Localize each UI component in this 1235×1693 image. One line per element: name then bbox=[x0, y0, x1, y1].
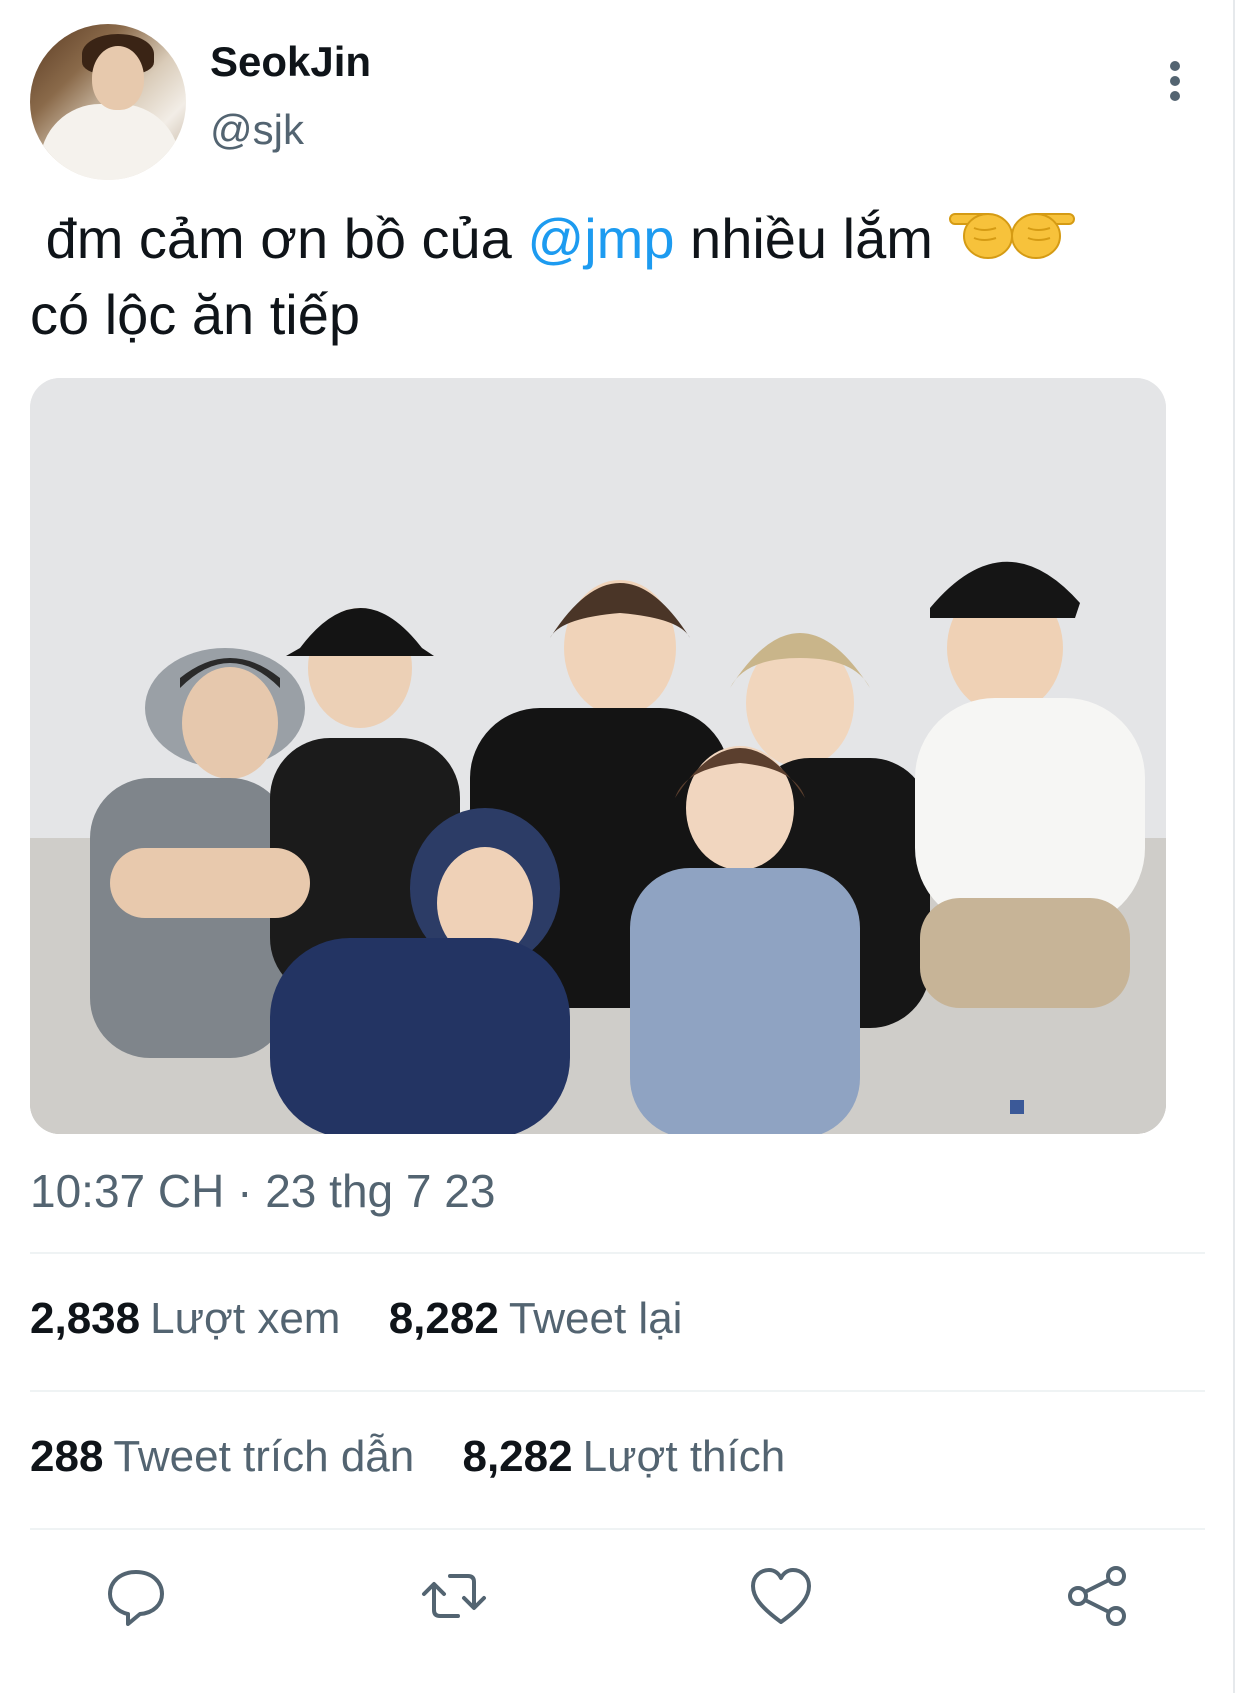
likes-count: 8,282 bbox=[462, 1432, 573, 1481]
views-stat[interactable]: 2,838 Lượt xem bbox=[30, 1294, 340, 1344]
like-button[interactable] bbox=[745, 1560, 817, 1632]
divider bbox=[30, 1252, 1205, 1254]
quotes-count: 288 bbox=[30, 1432, 104, 1481]
user-handle[interactable]: @sjk bbox=[210, 106, 304, 154]
action-bar bbox=[30, 1560, 1205, 1640]
pointing-fingers-emoji bbox=[948, 200, 1076, 280]
tweet-timestamp[interactable]: 10:37 CH · 23 thg 7 23 bbox=[30, 1164, 495, 1218]
like-icon bbox=[751, 1568, 811, 1624]
divider bbox=[30, 1390, 1205, 1392]
tweet-text: đm cảm ơn bồ của @jmp nhiều lắm có lộc ă… bbox=[30, 200, 1190, 350]
share-icon bbox=[1068, 1566, 1126, 1626]
retweets-label: Tweet lại bbox=[508, 1294, 683, 1343]
likes-stat[interactable]: 8,282 Lượt thích bbox=[462, 1432, 785, 1482]
stats-row-2: 288 Tweet trích dẫn 8,282 Lượt thích bbox=[30, 1432, 821, 1482]
tweet-text-part-2: nhiều lắm bbox=[674, 207, 949, 270]
avatar[interactable] bbox=[30, 24, 186, 180]
share-button[interactable] bbox=[1062, 1560, 1134, 1632]
tweet-text-line-2: có lộc ăn tiếp bbox=[30, 283, 360, 346]
retweets-stat[interactable]: 8,282 Tweet lại bbox=[389, 1294, 683, 1344]
retweet-icon bbox=[422, 1574, 486, 1618]
quotes-label: Tweet trích dẫn bbox=[113, 1432, 415, 1481]
tweet-text-part-1: đm cảm ơn bồ của bbox=[45, 207, 528, 270]
divider bbox=[30, 1528, 1205, 1530]
reply-button[interactable] bbox=[100, 1560, 172, 1632]
views-count: 2,838 bbox=[30, 1294, 141, 1343]
retweet-button[interactable] bbox=[418, 1560, 490, 1632]
more-vertical-icon bbox=[1170, 61, 1180, 101]
tweet-photo[interactable] bbox=[30, 378, 1166, 1134]
quotes-stat[interactable]: 288 Tweet trích dẫn bbox=[30, 1432, 414, 1482]
stats-row-1: 2,838 Lượt xem 8,282 Tweet lại bbox=[30, 1294, 718, 1344]
retweets-count: 8,282 bbox=[388, 1294, 499, 1343]
group-photo-illustration bbox=[30, 378, 1166, 1134]
tweet-text-line-1: đm cảm ơn bồ của @jmp nhiều lắm bbox=[30, 200, 1190, 280]
pointing-fingers-icon bbox=[949, 213, 1076, 259]
tweet-header: SeokJin @sjk bbox=[30, 22, 1205, 182]
likes-label: Lượt thích bbox=[582, 1432, 786, 1481]
display-name[interactable]: SeokJin bbox=[210, 38, 371, 86]
reply-icon bbox=[108, 1570, 164, 1626]
more-options-button[interactable] bbox=[1145, 50, 1205, 110]
mention-link[interactable]: @jmp bbox=[527, 207, 674, 270]
views-label: Lượt xem bbox=[150, 1294, 341, 1343]
